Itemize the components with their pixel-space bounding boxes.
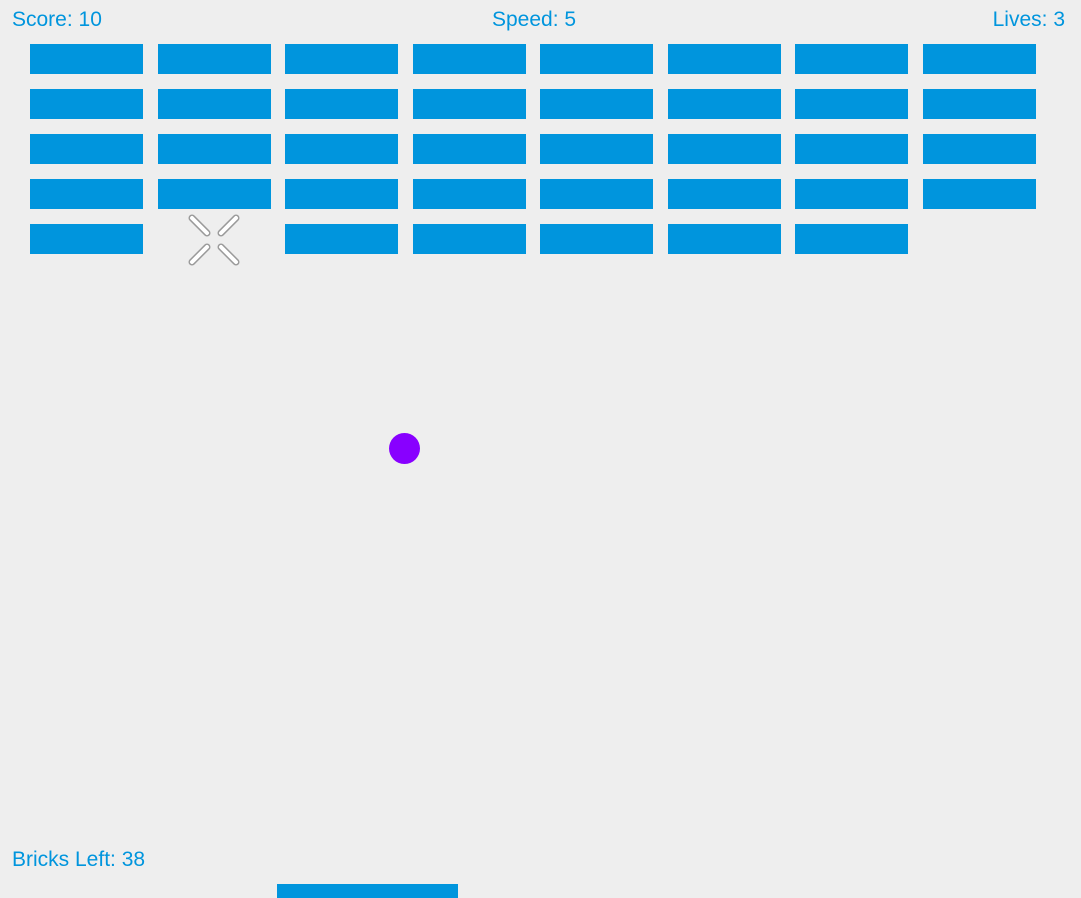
ball	[389, 433, 420, 464]
brick	[30, 224, 143, 254]
lives-label: Lives: 3	[992, 8, 1065, 31]
brick	[413, 89, 526, 119]
bricks-left-label: Bricks Left: 38	[12, 848, 146, 871]
brick	[668, 134, 781, 164]
paddle[interactable]	[277, 884, 458, 898]
crosshair-cursor-icon	[188, 214, 240, 266]
brick	[795, 224, 908, 254]
brick	[540, 134, 653, 164]
brick	[795, 44, 908, 74]
brick	[158, 134, 271, 164]
brick	[413, 44, 526, 74]
brick	[923, 89, 1036, 119]
brick	[158, 44, 271, 74]
brick	[413, 134, 526, 164]
brick	[285, 224, 398, 254]
brick	[795, 134, 908, 164]
brick	[795, 179, 908, 209]
brick	[413, 224, 526, 254]
brick	[923, 44, 1036, 74]
brick	[285, 44, 398, 74]
brick	[668, 89, 781, 119]
brick	[285, 179, 398, 209]
brick	[413, 179, 526, 209]
brick	[158, 89, 271, 119]
brick	[30, 44, 143, 74]
brick	[158, 179, 271, 209]
brick	[923, 179, 1036, 209]
brick	[668, 179, 781, 209]
brick	[540, 179, 653, 209]
score-label: Score: 10	[12, 8, 102, 31]
speed-label: Speed: 5	[492, 8, 577, 31]
brick	[923, 134, 1036, 164]
brick	[285, 134, 398, 164]
brick	[540, 44, 653, 74]
brick	[30, 134, 143, 164]
game-canvas[interactable]: Score: 10 Speed: 5 Lives: 3 Bricks Left:…	[0, 0, 1081, 898]
brick	[668, 224, 781, 254]
brick	[30, 179, 143, 209]
brick	[668, 44, 781, 74]
brick	[540, 224, 653, 254]
brick	[540, 89, 653, 119]
brick	[795, 89, 908, 119]
brick	[30, 89, 143, 119]
brick	[285, 89, 398, 119]
